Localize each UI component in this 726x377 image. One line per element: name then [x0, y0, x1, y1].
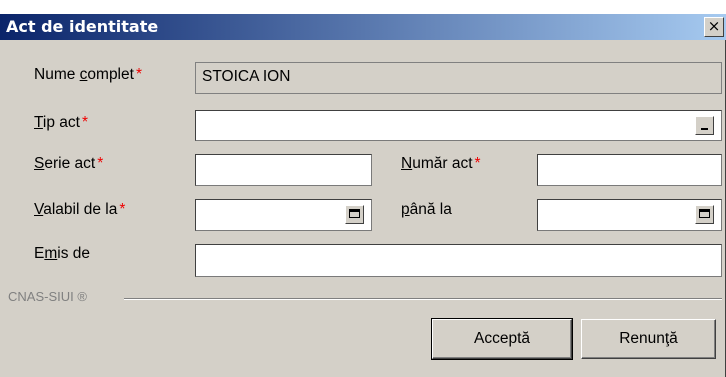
- tip-act-label: Tip act *: [34, 114, 89, 131]
- valabil-de-la-label: Valabil de la *: [34, 201, 126, 218]
- accept-button-label: Acceptă: [473, 330, 530, 347]
- serie-act-label: Serie act *: [34, 155, 104, 172]
- footer-separator: [124, 298, 722, 300]
- tip-act-field[interactable]: [195, 110, 722, 141]
- window-title: Act de identitate: [6, 17, 159, 36]
- emis-de-label: Emis de: [34, 245, 91, 262]
- calendar-icon: [699, 209, 710, 218]
- valabil-de-la-field[interactable]: [195, 199, 372, 231]
- required-mark: *: [119, 201, 126, 218]
- nume-complet-field: STOICA ION: [195, 62, 722, 94]
- required-mark: *: [81, 114, 89, 131]
- required-mark: *: [97, 155, 104, 172]
- title-bar[interactable]: Act de identitate ×: [0, 14, 726, 40]
- nume-complet-label: Nume complet *: [34, 66, 142, 83]
- close-button[interactable]: ×: [704, 17, 724, 37]
- nume-complet-value: STOICA ION: [202, 68, 291, 85]
- pana-la-calendar-button[interactable]: [695, 205, 714, 224]
- numar-act-field[interactable]: [537, 154, 722, 186]
- calendar-icon: [349, 209, 360, 218]
- tip-act-lookup-button[interactable]: [695, 116, 714, 135]
- valabil-de-la-calendar-button[interactable]: [345, 205, 364, 224]
- cancel-button[interactable]: Renunţă: [581, 319, 716, 359]
- close-icon: ×: [707, 17, 721, 35]
- cancel-button-label: Renunţă: [619, 330, 678, 347]
- required-mark: *: [135, 66, 142, 83]
- numar-act-label: Număr act *: [401, 155, 481, 172]
- required-mark: *: [474, 155, 481, 172]
- serie-act-field[interactable]: [195, 154, 372, 186]
- pana-la-field[interactable]: [537, 199, 722, 231]
- top-strip: [0, 0, 726, 14]
- emis-de-field[interactable]: [195, 244, 722, 277]
- brand-label: CNAS-SIUI ®: [8, 289, 87, 304]
- accept-button[interactable]: Acceptă: [431, 318, 573, 360]
- pana-la-label: până la: [401, 201, 452, 218]
- ellipsis-icon: [701, 128, 708, 130]
